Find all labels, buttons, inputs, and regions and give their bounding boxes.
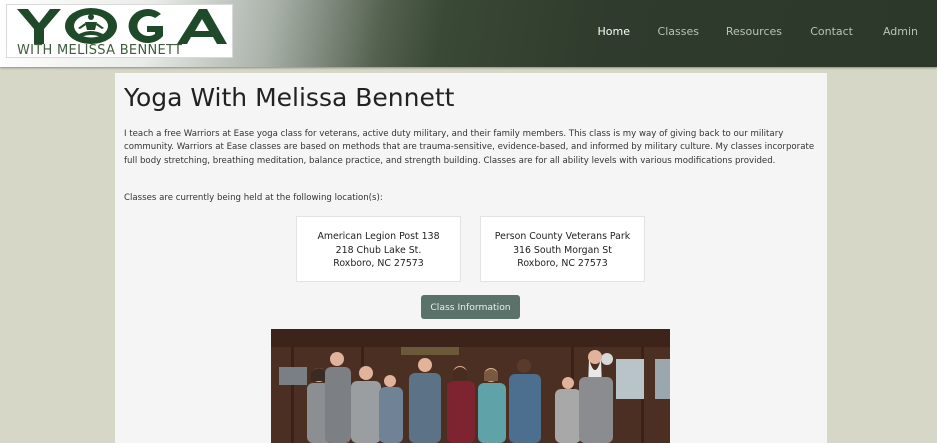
location-card: American Legion Post 138 218 Chub Lake S…: [296, 216, 461, 282]
yoga-logo-wordmark: [17, 8, 227, 44]
intro-paragraph: I teach a free Warriors at Ease yoga cla…: [124, 129, 815, 166]
location-street: 316 South Morgan St: [513, 244, 612, 256]
nav-home[interactable]: Home: [598, 25, 630, 38]
location-card: Person County Veterans Park 316 South Mo…: [480, 216, 645, 282]
nav-admin[interactable]: Admin: [883, 25, 918, 38]
class-information-button[interactable]: Class Information: [421, 295, 520, 319]
location-name: American Legion Post 138: [317, 231, 440, 242]
logo-tagline: WITH MELISSA BENNETT: [17, 43, 183, 58]
location-street: 218 Chub Lake St.: [335, 244, 422, 256]
group-photo-image: [271, 329, 670, 443]
location-city: Roxboro, NC 27573: [333, 258, 424, 269]
nav-contact[interactable]: Contact: [810, 25, 853, 38]
nav-classes[interactable]: Classes: [658, 25, 699, 38]
site-logo[interactable]: WITH MELISSA BENNETT: [6, 4, 233, 58]
locations-label: Classes are currently being held at the …: [124, 193, 383, 203]
site-header: WITH MELISSA BENNETT Home Classes Resour…: [0, 0, 937, 67]
location-city: Roxboro, NC 27573: [517, 258, 608, 269]
location-name: Person County Veterans Park: [494, 231, 631, 242]
nav-resources[interactable]: Resources: [726, 25, 782, 38]
class-group-photo: [271, 329, 670, 443]
page-title: Yoga With Melissa Bennett: [124, 83, 455, 112]
main-content: Yoga With Melissa Bennett I teach a free…: [115, 73, 827, 443]
